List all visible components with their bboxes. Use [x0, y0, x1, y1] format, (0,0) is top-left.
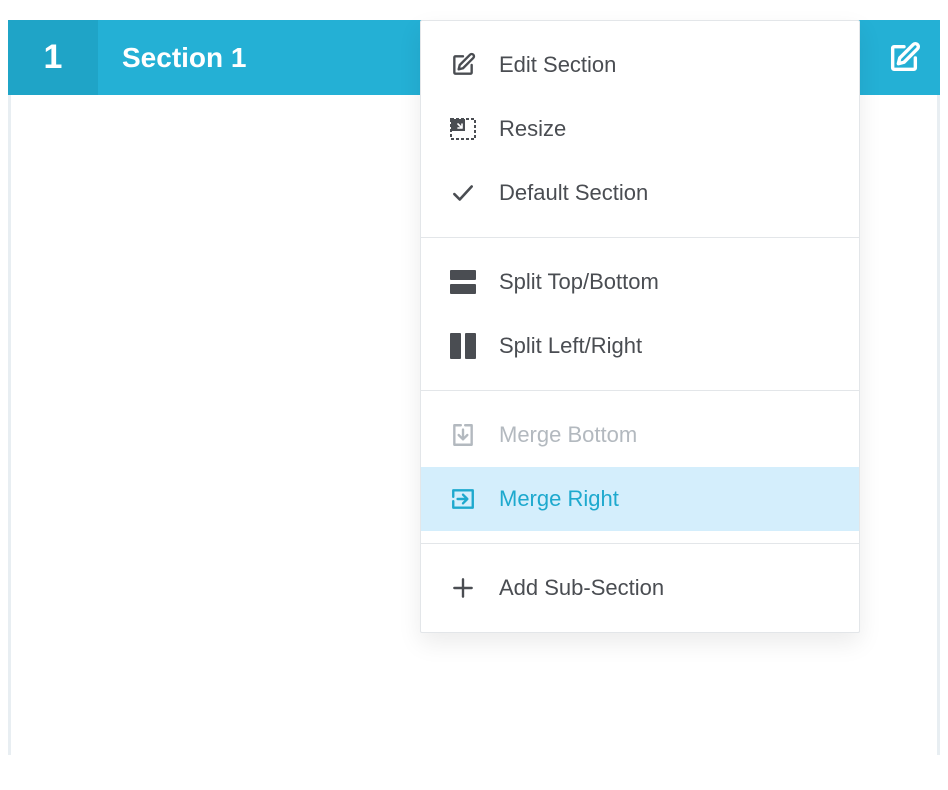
menu-item-label: Edit Section: [499, 52, 616, 78]
split-vertical-icon: [445, 331, 481, 361]
menu-group-edit: Edit Section Resize Default Section: [421, 21, 859, 237]
menu-item-label: Resize: [499, 116, 566, 142]
edit-section-button[interactable]: [868, 20, 940, 95]
menu-merge-bottom: Merge Bottom: [421, 403, 859, 467]
menu-resize[interactable]: Resize: [421, 97, 859, 161]
menu-item-label: Add Sub-Section: [499, 575, 664, 601]
section-number: 1: [8, 20, 98, 95]
menu-item-label: Merge Bottom: [499, 422, 637, 448]
resize-icon: [445, 114, 481, 144]
menu-item-label: Split Top/Bottom: [499, 269, 659, 295]
menu-group-split: Split Top/Bottom Split Left/Right: [421, 237, 859, 390]
menu-merge-right[interactable]: Merge Right: [421, 467, 859, 531]
menu-split-left-right[interactable]: Split Left/Right: [421, 314, 859, 378]
pencil-square-icon: [445, 50, 481, 80]
menu-item-label: Split Left/Right: [499, 333, 642, 359]
merge-bottom-icon: [445, 420, 481, 450]
menu-group-add: Add Sub-Section: [421, 543, 859, 632]
menu-add-sub-section[interactable]: Add Sub-Section: [421, 556, 859, 620]
menu-item-label: Merge Right: [499, 486, 619, 512]
pencil-square-icon: [887, 41, 921, 75]
menu-default-section[interactable]: Default Section: [421, 161, 859, 225]
menu-group-merge: Merge Bottom Merge Right: [421, 390, 859, 543]
merge-right-icon: [445, 484, 481, 514]
menu-edit-section[interactable]: Edit Section: [421, 33, 859, 97]
menu-item-label: Default Section: [499, 180, 648, 206]
menu-split-top-bottom[interactable]: Split Top/Bottom: [421, 250, 859, 314]
split-horizontal-icon: [445, 267, 481, 297]
section-context-menu: Edit Section Resize Default Section: [420, 20, 860, 633]
plus-icon: [445, 573, 481, 603]
check-icon: [445, 178, 481, 208]
